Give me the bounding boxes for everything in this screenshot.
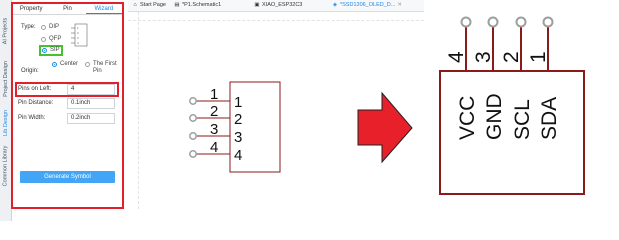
final-pin-number-2: 2	[500, 51, 523, 63]
preview-symbol[interactable]: 1 2 3 4 1 2 3 4	[189, 81, 281, 173]
preview-pin-dot-4	[189, 150, 197, 158]
preview-pin-number-2: 2	[210, 103, 218, 120]
drawing-layer: 1 2 3 4 1 2 3 4 4 3 2 1 VCC GND SCL SDA	[189, 16, 585, 195]
preview-pin-name-3: 3	[234, 129, 242, 146]
final-pin-number-1: 1	[527, 51, 550, 63]
final-pin-dot-1	[542, 16, 554, 28]
preview-pin-number-1: 1	[210, 86, 218, 103]
preview-pin-dot-1	[189, 97, 197, 105]
preview-pin-name-1: 1	[234, 94, 242, 111]
preview-pin-name-4: 4	[234, 147, 242, 164]
final-pin-name-vcc: VCC	[456, 96, 479, 140]
final-pin-number-4: 4	[445, 51, 468, 63]
final-pin-number-3: 3	[472, 51, 495, 63]
preview-pin-dot-2	[189, 114, 197, 122]
arrow-right-icon	[357, 91, 413, 164]
final-symbol[interactable]: 4 3 2 1 VCC GND SCL SDA	[439, 16, 585, 195]
final-pin-dot-2	[515, 16, 527, 28]
final-pin-dot-3	[487, 16, 499, 28]
preview-pin-name-2: 2	[234, 111, 242, 128]
final-pin-name-sda: SDA	[538, 97, 561, 140]
preview-pin-number-3: 3	[210, 121, 218, 138]
preview-pin-number-4: 4	[210, 139, 218, 156]
final-pin-name-gnd: GND	[483, 93, 506, 140]
preview-pin-dot-3	[189, 132, 197, 140]
final-pin-name-scl: SCL	[511, 99, 534, 140]
final-pin-dot-4	[460, 16, 472, 28]
